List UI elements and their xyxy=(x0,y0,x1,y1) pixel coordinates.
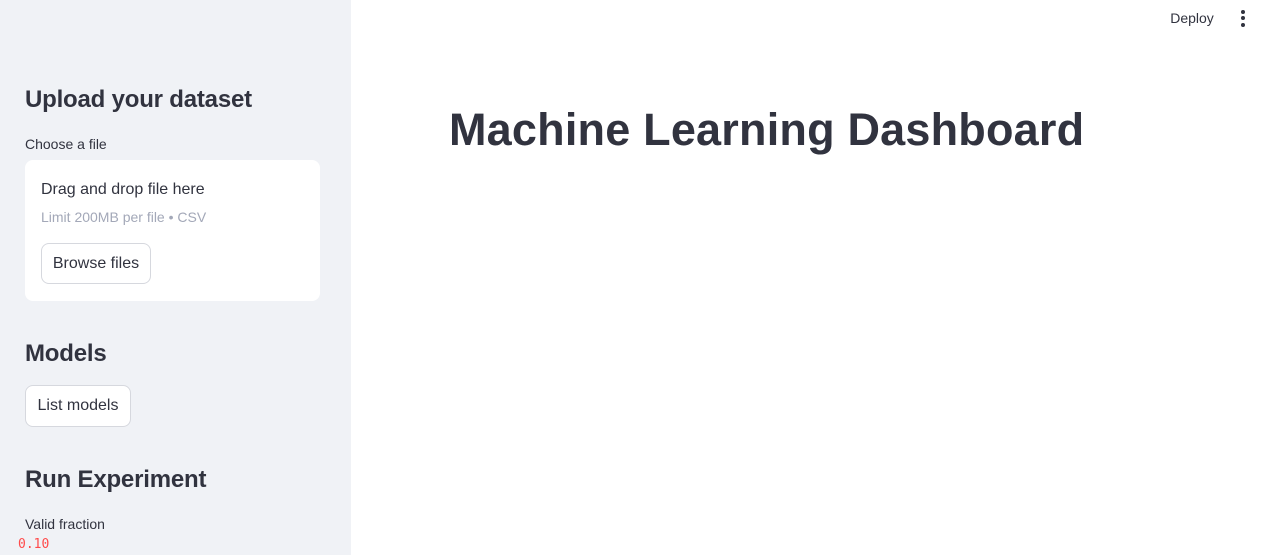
valid-fraction-slider-value: 0.10 xyxy=(18,537,50,552)
file-uploader-label: Choose a file xyxy=(25,136,107,152)
dropzone-subtitle: Limit 200MB per file • CSV xyxy=(41,209,207,225)
app: Upload your dataset Choose a file Drag a… xyxy=(0,0,1280,555)
browse-files-button[interactable]: Browse files xyxy=(41,243,151,284)
models-heading: Models xyxy=(25,340,107,367)
page-title: Machine Learning Dashboard xyxy=(449,104,1085,155)
menu-dot xyxy=(1241,9,1245,14)
sidebar: Upload your dataset Choose a file Drag a… xyxy=(0,0,351,555)
valid-fraction-label: Valid fraction xyxy=(25,516,105,532)
list-models-button[interactable]: List models xyxy=(25,385,131,427)
menu-dot xyxy=(1241,16,1245,20)
run-experiment-heading: Run Experiment xyxy=(25,466,207,493)
more-vertical-icon[interactable] xyxy=(1231,6,1255,30)
file-dropzone[interactable]: Drag and drop file here Limit 200MB per … xyxy=(25,160,320,301)
menu-dot xyxy=(1241,22,1245,27)
upload-heading: Upload your dataset xyxy=(25,86,252,113)
deploy-button[interactable]: Deploy xyxy=(1160,6,1224,30)
dropzone-title: Drag and drop file here xyxy=(41,181,205,198)
